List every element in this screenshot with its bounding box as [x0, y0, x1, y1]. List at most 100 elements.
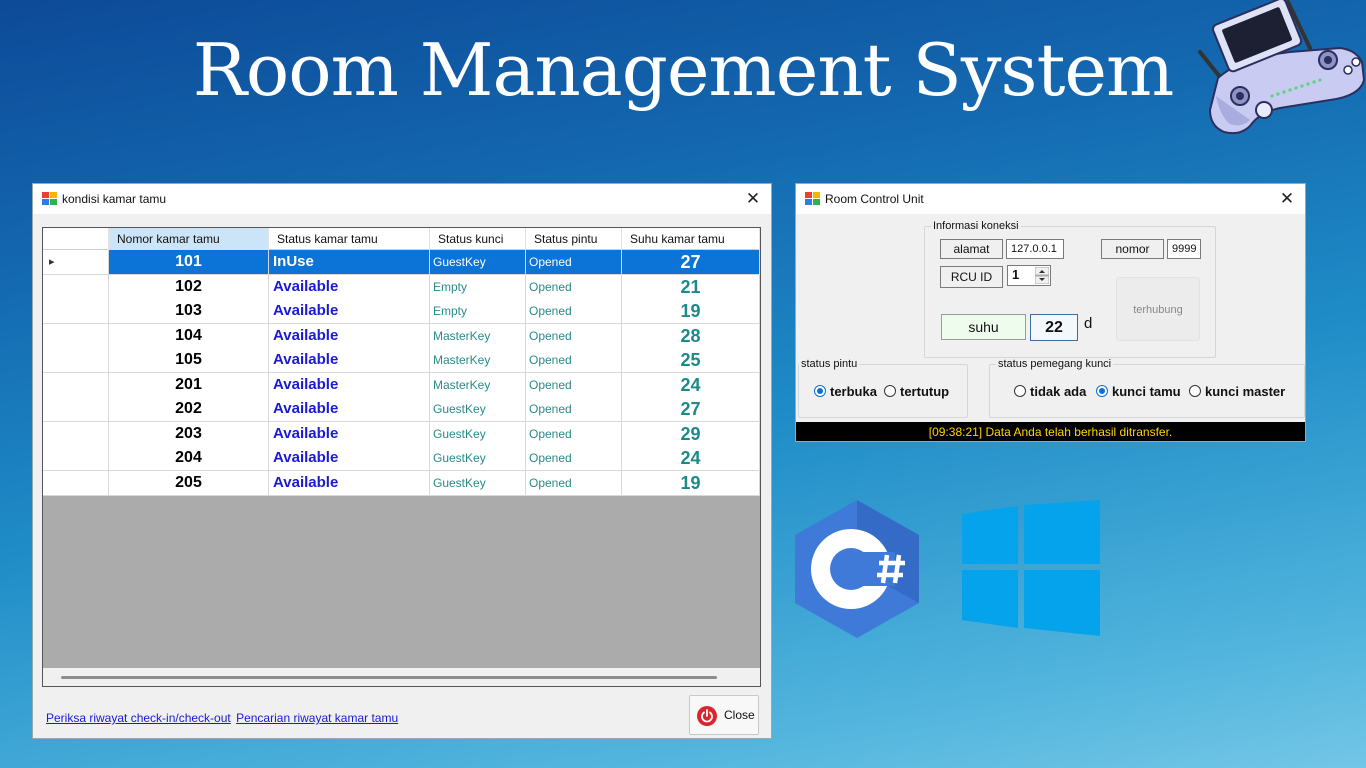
room-temperature-cell[interactable]: 19	[622, 470, 760, 496]
key-status-cell[interactable]: GuestKey	[430, 470, 526, 496]
table-row[interactable]: 101InUseGuestKeyOpened27	[43, 250, 760, 275]
table-row[interactable]: 104 Available MasterKey Opened 28	[43, 323, 760, 349]
room-status-cell[interactable]: Available	[269, 348, 430, 373]
room-temperature-cell[interactable]: 28	[622, 323, 760, 349]
room-status-cell[interactable]: Available	[269, 397, 430, 422]
room-temperature-cell[interactable]: 25	[622, 348, 760, 373]
key-none-radio[interactable]: tidak ada	[1014, 384, 1086, 400]
key-status-cell[interactable]: Empty	[430, 299, 526, 324]
door-status-cell[interactable]: Opened	[526, 470, 622, 496]
checkin-history-link[interactable]: Periksa riwayat check-in/check-out	[46, 711, 231, 725]
grid-header: Nomor kamar tamu Status kamar tamu Statu…	[43, 228, 760, 250]
room-number-cell[interactable]: 205	[109, 470, 269, 496]
room-temperature-cell[interactable]: 24	[622, 372, 760, 398]
door-status-cell[interactable]: Opened	[526, 250, 622, 275]
row-header-cell[interactable]	[43, 323, 109, 349]
table-row[interactable]: 201 Available MasterKey Opened 24	[43, 372, 760, 398]
table-row[interactable]: 105 Available MasterKey Opened 25	[43, 348, 760, 373]
key-status-cell[interactable]: GuestKey	[430, 421, 526, 447]
row-header-cell[interactable]	[43, 348, 109, 373]
room-history-search-link[interactable]: Pencarian riwayat kamar tamu	[236, 711, 398, 725]
room-temperature-cell[interactable]: 27	[622, 250, 760, 275]
room-status-cell[interactable]: Available	[269, 274, 430, 300]
room-number-cell[interactable]: 102	[109, 274, 269, 300]
room-number-cell[interactable]: 202	[109, 397, 269, 422]
room-number-cell[interactable]: 101	[109, 250, 269, 275]
row-header-cell[interactable]	[43, 372, 109, 398]
close-icon[interactable]: ✕	[1269, 184, 1305, 214]
room-status-cell[interactable]: Available	[269, 421, 430, 447]
row-header-cell[interactable]	[43, 250, 109, 275]
row-header-corner[interactable]	[43, 228, 109, 250]
key-status-cell[interactable]: MasterKey	[430, 348, 526, 373]
column-header-door-status[interactable]: Status pintu	[526, 228, 622, 250]
key-status-cell[interactable]: GuestKey	[430, 446, 526, 471]
close-button[interactable]: Close	[689, 695, 759, 735]
key-guest-radio[interactable]: kunci tamu	[1096, 384, 1181, 400]
key-status-cell[interactable]: Empty	[430, 274, 526, 300]
table-row[interactable]: 203 Available GuestKey Opened 29	[43, 421, 760, 447]
room-number-cell[interactable]: 204	[109, 446, 269, 471]
room-control-unit-window: Room Control Unit ✕ Informasi koneksi al…	[795, 183, 1306, 442]
door-closed-radio[interactable]: tertutup	[884, 384, 949, 400]
door-open-radio[interactable]: terbuka	[814, 384, 877, 400]
number-field[interactable]: 9999	[1167, 239, 1201, 259]
key-status-cell[interactable]: MasterKey	[430, 372, 526, 398]
row-header-cell[interactable]	[43, 446, 109, 471]
room-status-cell[interactable]: Available	[269, 299, 430, 324]
room-status-cell[interactable]: Available	[269, 372, 430, 398]
row-header-cell[interactable]	[43, 421, 109, 447]
column-header-room-status[interactable]: Status kamar tamu	[269, 228, 430, 250]
app-window-icon	[805, 192, 820, 205]
table-row[interactable]: 103 Available Empty Opened 19	[43, 299, 760, 324]
room-number-cell[interactable]: 201	[109, 372, 269, 398]
key-master-radio[interactable]: kunci master	[1189, 384, 1285, 400]
door-status-cell[interactable]: Opened	[526, 323, 622, 349]
door-status-cell[interactable]: Opened	[526, 274, 622, 300]
room-temperature-cell[interactable]: 19	[622, 299, 760, 324]
door-status-cell[interactable]: Opened	[526, 421, 622, 447]
room-temperature-cell[interactable]: 21	[622, 274, 760, 300]
scrollbar-thumb[interactable]	[61, 676, 717, 679]
table-row[interactable]: 202 Available GuestKey Opened 27	[43, 397, 760, 422]
row-header-cell[interactable]	[43, 470, 109, 496]
column-header-room-temperature[interactable]: Suhu kamar tamu	[622, 228, 760, 250]
key-status-cell[interactable]: GuestKey	[430, 397, 526, 422]
address-label: alamat	[940, 239, 1003, 259]
address-field[interactable]: 127.0.0.1	[1006, 239, 1064, 259]
column-header-room-number[interactable]: Nomor kamar tamu	[109, 228, 269, 250]
room-status-cell[interactable]: Available	[269, 470, 430, 496]
room-number-cell[interactable]: 104	[109, 323, 269, 349]
table-row[interactable]: 204 Available GuestKey Opened 24	[43, 446, 760, 471]
door-status-cell[interactable]: Opened	[526, 446, 622, 471]
key-status-cell[interactable]: MasterKey	[430, 323, 526, 349]
room-temperature-cell[interactable]: 29	[622, 421, 760, 447]
horizontal-scrollbar[interactable]	[43, 668, 760, 686]
close-icon[interactable]: ✕	[735, 184, 771, 214]
row-header-cell[interactable]	[43, 397, 109, 422]
row-header-cell[interactable]	[43, 299, 109, 324]
room-number-cell[interactable]: 203	[109, 421, 269, 447]
row-header-cell[interactable]	[43, 274, 109, 300]
room-temperature-cell[interactable]: 27	[622, 397, 760, 422]
radio-dot	[814, 385, 826, 397]
door-status-cell[interactable]: Opened	[526, 299, 622, 324]
door-status-cell[interactable]: Opened	[526, 397, 622, 422]
door-status-cell[interactable]: Opened	[526, 348, 622, 373]
room-number-cell[interactable]: 105	[109, 348, 269, 373]
room-status-cell[interactable]: InUse	[269, 250, 430, 275]
room-data-grid[interactable]: Nomor kamar tamu Status kamar tamu Statu…	[42, 227, 761, 687]
connection-status-button[interactable]: terhubung	[1116, 277, 1200, 341]
table-row[interactable]: 205 Available GuestKey Opened 19	[43, 470, 760, 496]
room-status-cell[interactable]: Available	[269, 446, 430, 471]
spinner-arrows-icon[interactable]	[1035, 267, 1049, 284]
room-temperature-cell[interactable]: 24	[622, 446, 760, 471]
column-header-key-status[interactable]: Status kunci	[430, 228, 526, 250]
room-status-cell[interactable]: Available	[269, 323, 430, 349]
number-label: nomor	[1101, 239, 1164, 259]
room-number-cell[interactable]: 103	[109, 299, 269, 324]
key-status-cell[interactable]: GuestKey	[430, 250, 526, 275]
rcu-id-stepper[interactable]: 1	[1007, 265, 1051, 286]
door-status-cell[interactable]: Opened	[526, 372, 622, 398]
table-row[interactable]: 102 Available Empty Opened 21	[43, 274, 760, 300]
